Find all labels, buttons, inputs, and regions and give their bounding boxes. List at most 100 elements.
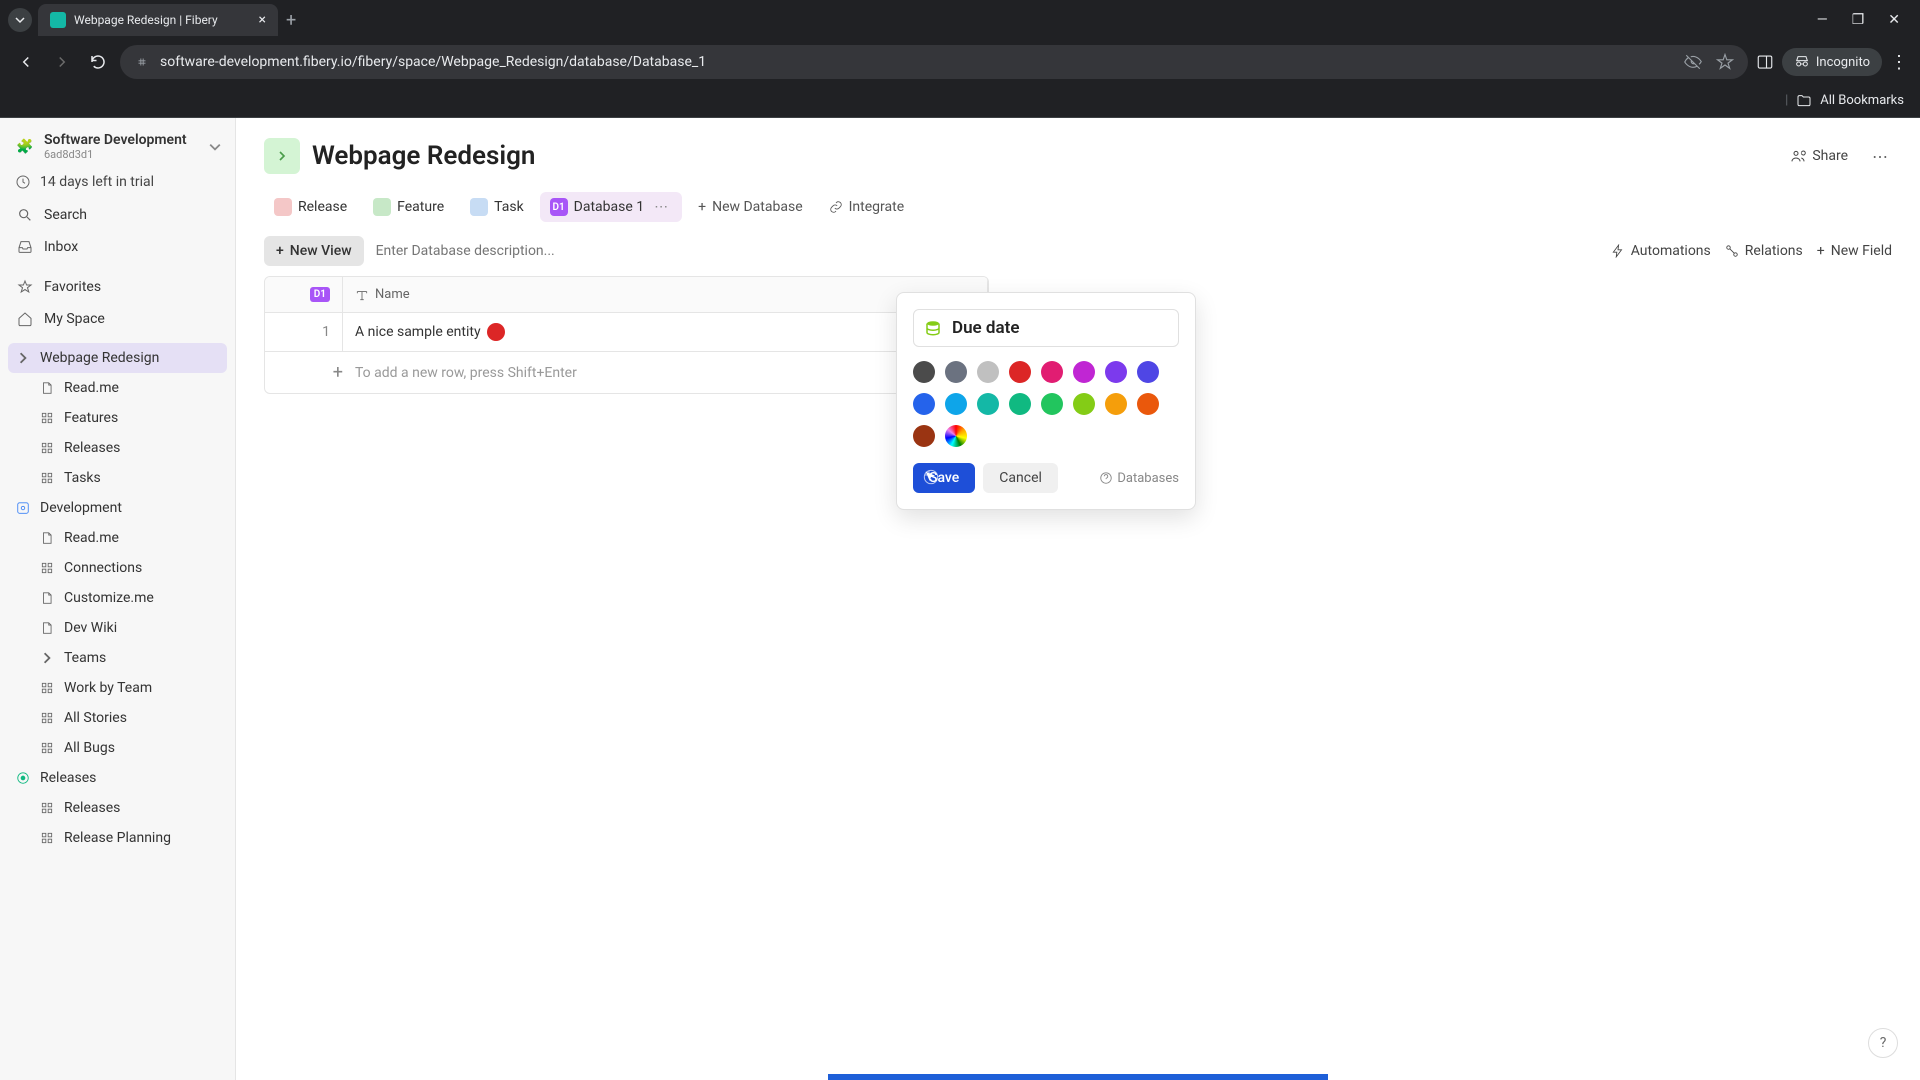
trial-banner[interactable]: 14 days left in trial — [8, 165, 227, 199]
sidebar-tree-item[interactable]: Webpage Redesign — [8, 343, 227, 373]
maximize-button[interactable]: ❐ — [1852, 12, 1865, 28]
color-swatch[interactable] — [945, 393, 967, 415]
save-button[interactable]: Save — [913, 463, 975, 493]
site-settings-icon[interactable] — [134, 54, 150, 70]
sidebar-search[interactable]: Search — [8, 199, 227, 231]
sidebar-tree-child[interactable]: Release Planning — [8, 823, 227, 853]
color-swatch[interactable] — [1009, 393, 1031, 415]
color-picker-button[interactable] — [945, 425, 967, 447]
color-swatch[interactable] — [913, 361, 935, 383]
color-palette — [913, 361, 1179, 447]
bookmark-star-icon[interactable] — [1716, 53, 1734, 71]
browser-tab[interactable]: Webpage Redesign | Fibery × — [38, 4, 278, 36]
doc-icon — [40, 381, 54, 395]
database-tab-label: Database 1 — [574, 199, 644, 215]
color-swatch[interactable] — [1041, 393, 1063, 415]
color-swatch[interactable] — [913, 425, 935, 447]
color-swatch[interactable] — [1073, 393, 1095, 415]
database-icon[interactable] — [924, 318, 942, 338]
color-swatch[interactable] — [1137, 393, 1159, 415]
color-swatch[interactable] — [977, 361, 999, 383]
workspace-switcher[interactable]: 🧩 Software Development 6ad8d3d1 — [8, 128, 227, 165]
database-tab[interactable]: Release — [264, 192, 357, 222]
help-button[interactable]: ? — [1868, 1028, 1898, 1058]
all-bookmarks-link[interactable]: All Bookmarks — [1820, 93, 1904, 108]
releases-icon — [16, 771, 30, 785]
minimize-button[interactable]: — — [1817, 12, 1828, 28]
new-tab-button[interactable]: + — [286, 10, 296, 31]
tab-close-button[interactable]: × — [259, 12, 266, 28]
integrate-button[interactable]: Integrate — [819, 193, 915, 221]
sidebar-tree-child[interactable]: Tasks — [8, 463, 227, 493]
sidebar-tree-label: Connections — [64, 560, 142, 576]
database-tab[interactable]: Feature — [363, 192, 454, 222]
side-panel-icon[interactable] — [1756, 53, 1774, 71]
color-swatch[interactable] — [1041, 361, 1063, 383]
databases-help-link[interactable]: Databases — [1099, 471, 1179, 486]
chevron-right-icon — [274, 148, 290, 164]
cancel-button[interactable]: Cancel — [983, 463, 1058, 493]
new-view-button[interactable]: + New View — [264, 236, 364, 266]
doc-icon — [40, 531, 54, 545]
color-swatch[interactable] — [913, 393, 935, 415]
expand-sidebar-button[interactable] — [264, 138, 300, 174]
new-field-button[interactable]: + New Field — [1817, 243, 1892, 259]
sidebar-favorites[interactable]: Favorites — [8, 271, 227, 303]
close-window-button[interactable]: ✕ — [1888, 12, 1900, 28]
share-label: Share — [1812, 148, 1848, 164]
sidebar-tree-child[interactable]: Teams — [8, 643, 227, 673]
color-swatch[interactable] — [1137, 361, 1159, 383]
database-name-input[interactable] — [952, 318, 1174, 338]
sidebar-tree-child[interactable]: Releases — [8, 433, 227, 463]
text-icon — [355, 288, 369, 302]
database-tab[interactable]: D1Database 1⋯ — [540, 192, 682, 222]
share-button[interactable]: Share — [1782, 142, 1856, 170]
back-button[interactable] — [12, 48, 40, 76]
color-swatch[interactable] — [1009, 361, 1031, 383]
database-description-input[interactable] — [376, 243, 1599, 259]
sidebar-tree-child[interactable]: Dev Wiki — [8, 613, 227, 643]
color-swatch[interactable] — [977, 393, 999, 415]
tab-search-dropdown[interactable] — [8, 8, 32, 32]
sidebar-tree-child[interactable]: Releases — [8, 793, 227, 823]
sidebar-tree-child[interactable]: Read.me — [8, 373, 227, 403]
eye-off-icon[interactable] — [1684, 53, 1702, 71]
sidebar-tree-child[interactable]: Customize.me — [8, 583, 227, 613]
forward-button[interactable] — [48, 48, 76, 76]
tab-more-button[interactable]: ⋯ — [650, 199, 672, 215]
automations-button[interactable]: Automations — [1611, 243, 1711, 259]
color-swatch[interactable] — [1105, 393, 1127, 415]
sidebar-tree-child[interactable]: All Stories — [8, 703, 227, 733]
page-more-button[interactable]: ⋯ — [1868, 143, 1892, 170]
sidebar-tree-item[interactable]: Releases — [8, 763, 227, 793]
row-name-cell[interactable]: A nice sample entity — [343, 313, 988, 351]
reload-button[interactable] — [84, 48, 112, 76]
incognito-badge[interactable]: Incognito — [1782, 48, 1882, 76]
sidebar-tree-child[interactable]: Read.me — [8, 523, 227, 553]
page-title: Webpage Redesign — [312, 141, 535, 171]
url-input[interactable]: software-development.fibery.io/fibery/sp… — [120, 45, 1748, 79]
sidebar-tree-item[interactable]: Development — [8, 493, 227, 523]
table-header-name[interactable]: Name — [343, 277, 988, 312]
add-row[interactable]: + To add a new row, press Shift+Enter — [265, 352, 988, 393]
chevron-icon — [40, 651, 54, 665]
sidebar-tree: Webpage RedesignRead.meFeaturesReleasesT… — [8, 343, 227, 853]
bolt-icon — [1611, 244, 1625, 258]
grid-icon — [40, 411, 54, 425]
new-database-button[interactable]: +New Database — [688, 193, 812, 221]
workspace-logo-icon: 🧩 — [14, 136, 36, 158]
sidebar-my-space-label: My Space — [44, 311, 105, 327]
database-tab[interactable]: Task — [460, 192, 534, 222]
sidebar-tree-child[interactable]: Connections — [8, 553, 227, 583]
color-swatch[interactable] — [1105, 361, 1127, 383]
sidebar-tree-child[interactable]: Features — [8, 403, 227, 433]
table-row[interactable]: 1A nice sample entity — [265, 313, 988, 352]
sidebar-inbox[interactable]: Inbox — [8, 231, 227, 263]
relations-button[interactable]: Relations — [1725, 243, 1803, 259]
color-swatch[interactable] — [1073, 361, 1095, 383]
sidebar-tree-child[interactable]: Work by Team — [8, 673, 227, 703]
sidebar-my-space[interactable]: My Space — [8, 303, 227, 335]
color-swatch[interactable] — [945, 361, 967, 383]
sidebar-tree-child[interactable]: All Bugs — [8, 733, 227, 763]
browser-menu-icon[interactable]: ⋮ — [1890, 52, 1908, 73]
